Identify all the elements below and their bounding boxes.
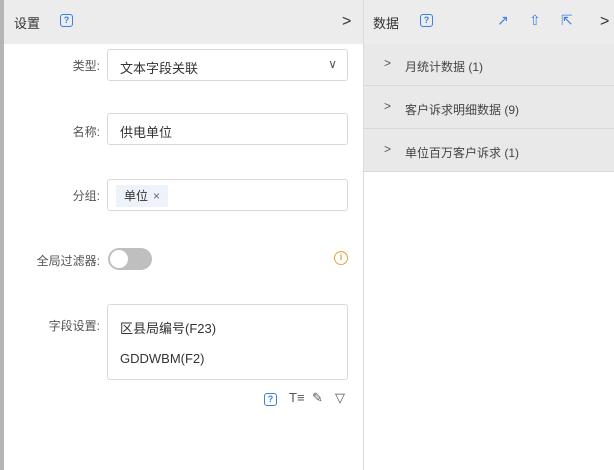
field-settings-box[interactable]: 区县局编号(F23) GDDWBM(F2) <box>107 304 348 380</box>
close-icon[interactable]: × <box>153 189 160 203</box>
chevron-right-icon: > <box>384 99 392 113</box>
list-item[interactable]: > 单位百万客户诉求 (1) <box>364 130 614 172</box>
type-value: 文本字段关联 <box>120 61 199 76</box>
global-filter-label: 全局过滤器: <box>36 254 100 268</box>
collapse-data-icon[interactable]: > <box>600 13 609 31</box>
name-value: 供电单位 <box>120 125 173 140</box>
global-filter-toggle[interactable] <box>108 248 152 270</box>
data-header: 数据 ? ↗ ⇧ ⇱ > <box>364 0 614 44</box>
field-help-icon[interactable]: ? <box>264 393 277 406</box>
list-item-label: 客户诉求明细数据 (9) <box>405 103 520 117</box>
list-item-label: 单位百万客户诉求 (1) <box>405 146 520 160</box>
filter-icon[interactable]: ▽ <box>335 390 345 406</box>
list-item[interactable]: > 客户诉求明细数据 (9) <box>364 87 614 129</box>
chevron-right-icon: > <box>384 56 392 70</box>
chart-icon[interactable]: ↗ <box>497 12 509 29</box>
list-item-label: 月统计数据 (1) <box>405 60 484 74</box>
settings-panel: 设置 ? > 类型: 文本字段关联 ∨ 名称: 供电单位 分组: 单位 × 全局过… <box>0 0 364 470</box>
group-input[interactable]: 单位 × <box>107 179 348 211</box>
data-title: 数据 <box>373 16 400 31</box>
group-label: 分组: <box>72 189 100 203</box>
settings-title: 设置 <box>14 16 41 31</box>
export-icon[interactable]: ⇱ <box>561 12 573 29</box>
upload-icon[interactable]: ⇧ <box>529 12 541 29</box>
type-label: 类型: <box>72 59 100 73</box>
field-settings-label: 字段设置: <box>48 319 100 333</box>
field-item[interactable]: 区县局编号(F23) <box>120 318 216 337</box>
help-icon[interactable]: ? <box>60 14 73 27</box>
data-list: > 月统计数据 (1) > 客户诉求明细数据 (9) > 单位百万客户诉求 (1… <box>364 44 614 172</box>
text-format-icon[interactable]: T≡ <box>289 390 305 405</box>
group-tag: 单位 × <box>116 185 169 207</box>
name-input[interactable]: 供电单位 <box>107 113 348 145</box>
data-panel: 数据 ? ↗ ⇧ ⇱ > > 月统计数据 (1) > 客户诉求明细数据 (9) … <box>364 0 614 470</box>
chevron-right-icon: > <box>384 142 392 156</box>
toggle-knob <box>110 250 128 268</box>
name-label: 名称: <box>72 125 100 139</box>
list-item[interactable]: > 月统计数据 (1) <box>364 44 614 86</box>
settings-header: 设置 ? > <box>4 0 363 44</box>
info-icon[interactable]: i <box>334 251 348 265</box>
type-select[interactable]: 文本字段关联 ∨ <box>107 49 348 81</box>
field-item[interactable]: GDDWBM(F2) <box>120 351 205 366</box>
data-help-icon[interactable]: ? <box>420 14 433 27</box>
chevron-down-icon: ∨ <box>328 57 337 71</box>
collapse-settings-icon[interactable]: > <box>342 13 351 31</box>
group-tag-label: 单位 <box>124 189 149 203</box>
edit-icon[interactable]: ✎ <box>312 390 323 406</box>
